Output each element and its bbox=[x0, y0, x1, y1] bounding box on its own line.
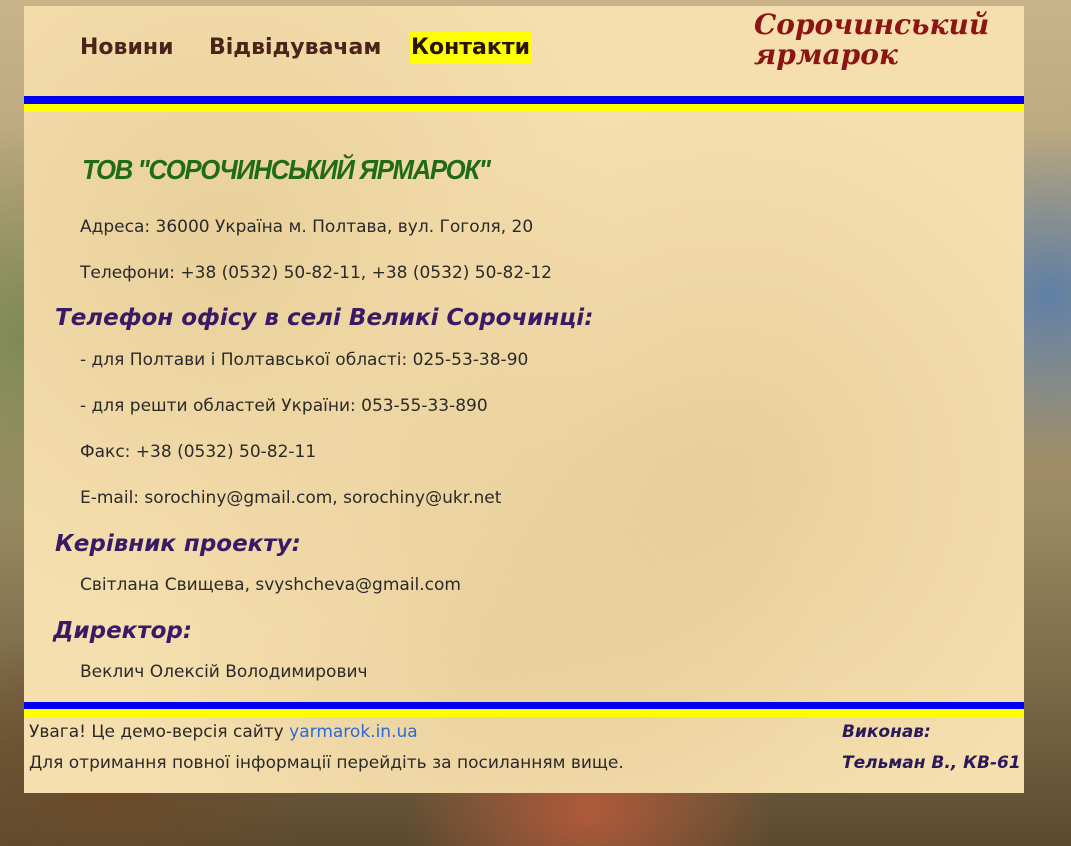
demo-warning: Увага! Це демо-версія сайту yarmarok.in.… bbox=[29, 722, 418, 742]
demo-warning-text: Увага! Це демо-версія сайту bbox=[29, 722, 290, 742]
site-title-line2: ярмарок bbox=[754, 38, 898, 71]
flag-stripe-blue-top bbox=[24, 96, 1024, 104]
site-title-line1: Сорочинський bbox=[754, 8, 990, 41]
footer-note: Для отримання повної інформації перейдіт… bbox=[29, 753, 624, 773]
top-nav: Новини Відвідувачам Контакти Сорочинськи… bbox=[24, 6, 1024, 96]
author-label: Виконав: bbox=[842, 722, 931, 742]
director-text: Веклич Олексій Володимирович bbox=[80, 662, 368, 682]
project-manager-heading: Керівник проекту: bbox=[55, 531, 301, 557]
nav-item-visitors[interactable]: Відвідувачам bbox=[208, 32, 382, 64]
company-name: ТОВ "СОРОЧИНСЬКИЙ ЯРМАРОК" bbox=[82, 154, 491, 185]
flag-stripe-yellow-bottom bbox=[24, 709, 1024, 717]
page-container: Новини Відвідувачам Контакти Сорочинськи… bbox=[24, 6, 1024, 793]
fax-text: Факс: +38 (0532) 50-82-11 bbox=[80, 442, 317, 462]
project-manager-text: Світлана Свищева, svyshcheva@gmail.com bbox=[80, 575, 461, 595]
office-phone-other: - для решти областей України: 053-55-33-… bbox=[80, 396, 488, 416]
director-heading: Директор: bbox=[53, 618, 193, 644]
email-text: E-mail: sorochiny@gmail.com, sorochiny@u… bbox=[80, 488, 502, 508]
address-text: Адреса: 36000 Україна м. Полтава, вул. Г… bbox=[80, 217, 534, 237]
flag-stripe-yellow-top bbox=[24, 104, 1024, 112]
site-title: Сорочинський ярмарок bbox=[754, 10, 1014, 70]
nav-item-news[interactable]: Новини bbox=[79, 32, 174, 64]
flag-stripe-blue-bottom bbox=[24, 702, 1024, 709]
footer: Увага! Це демо-версія сайту yarmarok.in.… bbox=[24, 718, 1024, 793]
office-phone-poltava: - для Полтави і Полтавської області: 025… bbox=[80, 350, 529, 370]
author-name: Тельман В., КВ-61 bbox=[842, 753, 1021, 773]
phones-text: Телефони: +38 (0532) 50-82-11, +38 (0532… bbox=[80, 263, 552, 283]
site-link[interactable]: yarmarok.in.ua bbox=[289, 722, 418, 742]
office-phone-heading: Телефон офісу в селі Великі Сорочинці: bbox=[55, 305, 594, 331]
nav-item-contacts[interactable]: Контакти bbox=[410, 32, 531, 64]
